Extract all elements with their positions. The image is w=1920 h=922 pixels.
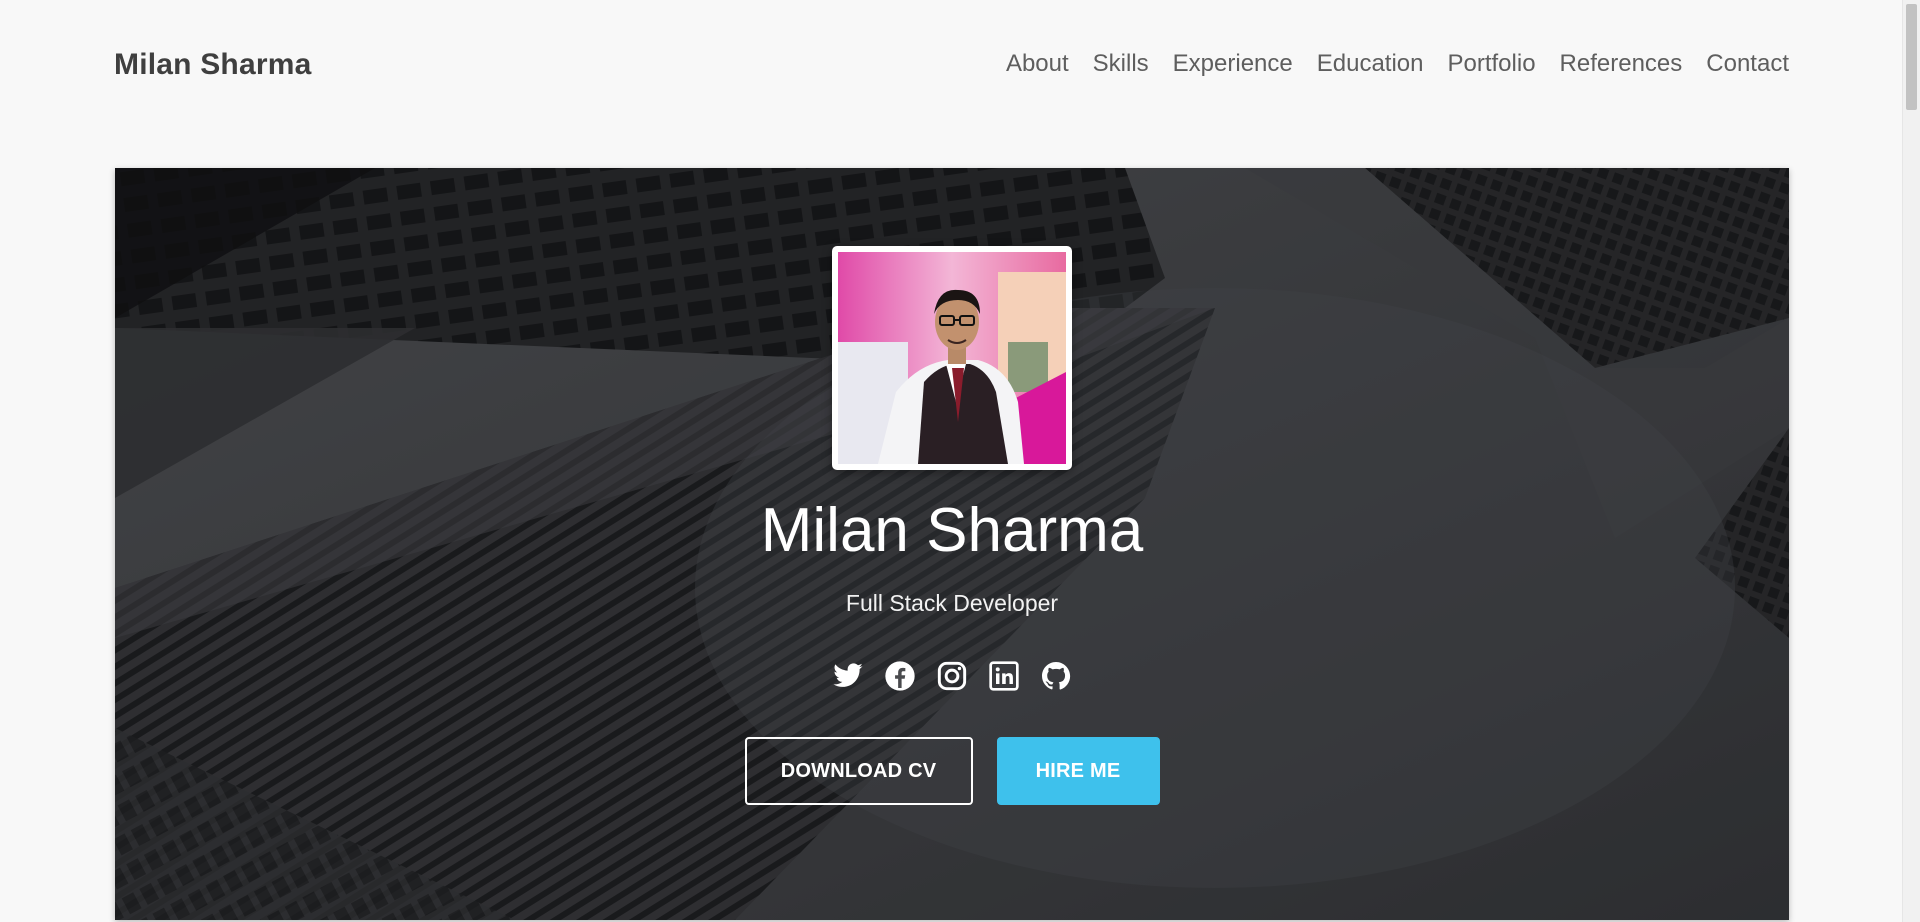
hero-content: Milan Sharma Full Stack Developer DOWNLO…: [115, 168, 1789, 920]
github-icon[interactable]: [1040, 660, 1072, 692]
scrollbar-thumb[interactable]: [1906, 4, 1917, 110]
main-nav: About Skills Experience Education Portfo…: [982, 50, 1789, 78]
profile-photo-frame: [832, 246, 1072, 470]
nav-skills[interactable]: Skills: [1093, 50, 1149, 78]
site-header: Milan Sharma About Skills Experience Edu…: [114, 0, 1789, 130]
hero-role: Full Stack Developer: [845, 590, 1059, 616]
hero-name: Milan Sharma: [760, 496, 1144, 565]
linkedin-icon[interactable]: [988, 660, 1020, 692]
hero-buttons: DOWNLOAD CV HIRE ME: [115, 737, 1789, 805]
brand-logo[interactable]: Milan Sharma: [114, 48, 311, 82]
page-scrollbar[interactable]: [1902, 0, 1920, 922]
nav-references[interactable]: References: [1560, 50, 1683, 78]
instagram-icon[interactable]: [936, 660, 968, 692]
nav-contact[interactable]: Contact: [1706, 50, 1789, 78]
facebook-icon[interactable]: [884, 660, 916, 692]
nav-about[interactable]: About: [1006, 50, 1069, 78]
hire-me-button[interactable]: HIRE ME: [996, 737, 1160, 805]
twitter-icon[interactable]: [832, 660, 864, 692]
nav-portfolio[interactable]: Portfolio: [1448, 50, 1536, 78]
hero-section: Milan Sharma Full Stack Developer DOWNLO…: [115, 168, 1789, 920]
nav-education[interactable]: Education: [1317, 50, 1424, 78]
social-links: [115, 660, 1789, 692]
page: Milan Sharma About Skills Experience Edu…: [0, 0, 1920, 922]
nav-experience[interactable]: Experience: [1173, 50, 1293, 78]
profile-photo: [838, 252, 1066, 464]
download-cv-button[interactable]: DOWNLOAD CV: [744, 737, 973, 805]
